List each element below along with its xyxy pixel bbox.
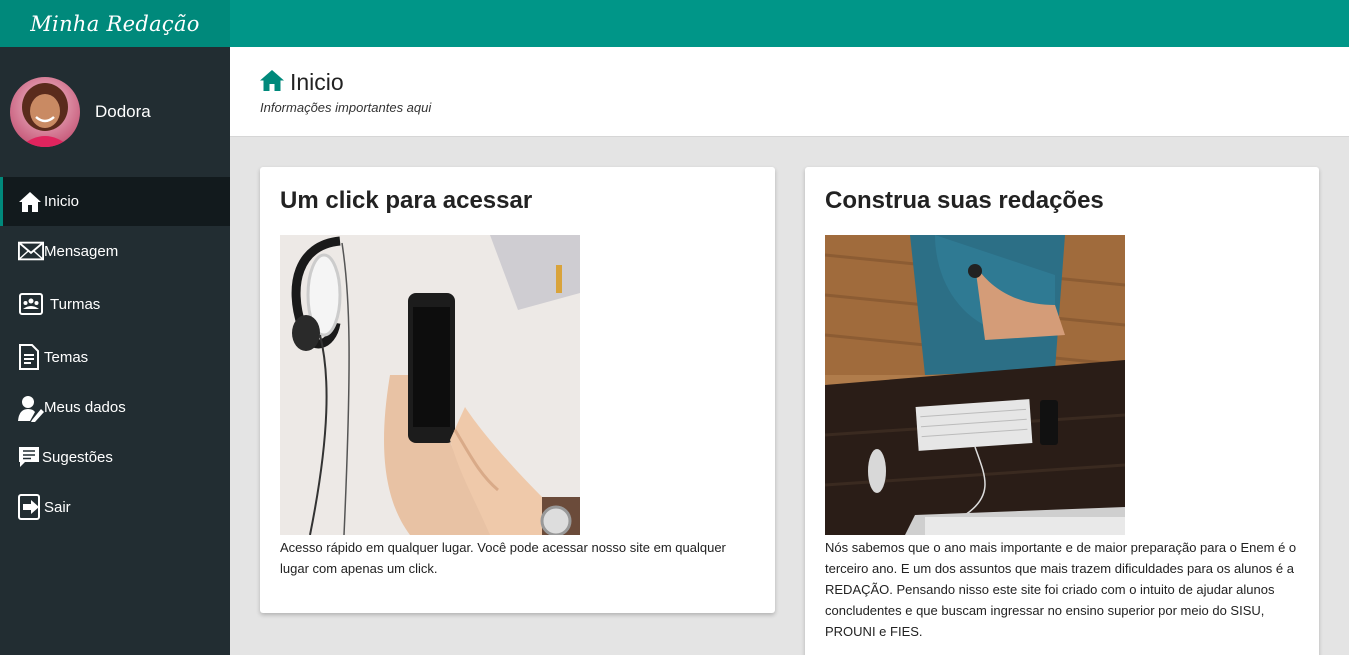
card-text: Acesso rápido em qualquer lugar. Você po… <box>280 540 726 576</box>
home-icon <box>260 69 284 96</box>
avatar[interactable] <box>10 77 80 147</box>
user-panel: Dodora <box>10 77 151 147</box>
sidebar-item-turmas[interactable]: Turmas <box>0 276 230 332</box>
user-edit-icon <box>18 395 44 422</box>
page-header: Inicio Informações importantes aqui <box>230 47 1349 137</box>
top-navbar <box>230 0 1349 47</box>
card-redacoes: Construa suas redações Nós sabemos que o… <box>805 167 1319 655</box>
sidebar-item-sair[interactable]: Sair <box>0 481 230 533</box>
class-group-icon <box>18 291 50 317</box>
card-title: Um click para acessar <box>280 187 533 214</box>
card-text: Nós sabemos que o ano mais importante e … <box>825 540 1297 639</box>
logout-icon <box>18 494 44 520</box>
home-icon <box>18 189 44 215</box>
sidebar-item-label: Inicio <box>44 193 80 210</box>
envelope-icon <box>18 238 44 264</box>
brand-title: Minha Redação <box>30 11 200 36</box>
sidebar-item-meus-dados[interactable]: Meus dados <box>0 382 230 433</box>
sidebar: Minha Redação Dodora Inicio Mensagem Tur… <box>0 0 230 655</box>
sidebar-item-label: Turmas <box>50 295 101 313</box>
sidebar-item-mensagem[interactable]: Mensagem <box>0 226 230 276</box>
sidebar-item-label: Temas <box>44 348 89 366</box>
sidebar-item-label: Mensagem <box>44 242 119 260</box>
card-acesso: Um click para acessar Acesso rápido em q… <box>260 167 775 613</box>
page-subtitle: Informações importantes aqui <box>260 100 432 115</box>
sidebar-menu: Inicio Mensagem Turmas Temas Meus dados <box>0 177 230 533</box>
sidebar-item-sugestoes[interactable]: Sugestões <box>0 433 230 481</box>
user-name: Dodora <box>95 102 151 121</box>
brand-logo[interactable]: Minha Redação <box>0 0 230 47</box>
page-title-text: Inicio <box>290 69 344 95</box>
sidebar-item-temas[interactable]: Temas <box>0 332 230 382</box>
sidebar-item-label: Meus dados <box>44 399 126 416</box>
sidebar-item-inicio[interactable]: Inicio <box>0 177 230 226</box>
sidebar-item-label: Sair <box>44 498 71 516</box>
hands-holding-smartphone-photo <box>280 235 580 535</box>
person-at-desk-keyboard-photo <box>825 235 1125 535</box>
card-title: Construa suas redações <box>825 187 1104 214</box>
page-title: Inicio <box>260 69 344 96</box>
comment-icon <box>18 444 42 470</box>
document-icon <box>18 344 44 370</box>
sidebar-item-label: Sugestões <box>42 448 113 466</box>
